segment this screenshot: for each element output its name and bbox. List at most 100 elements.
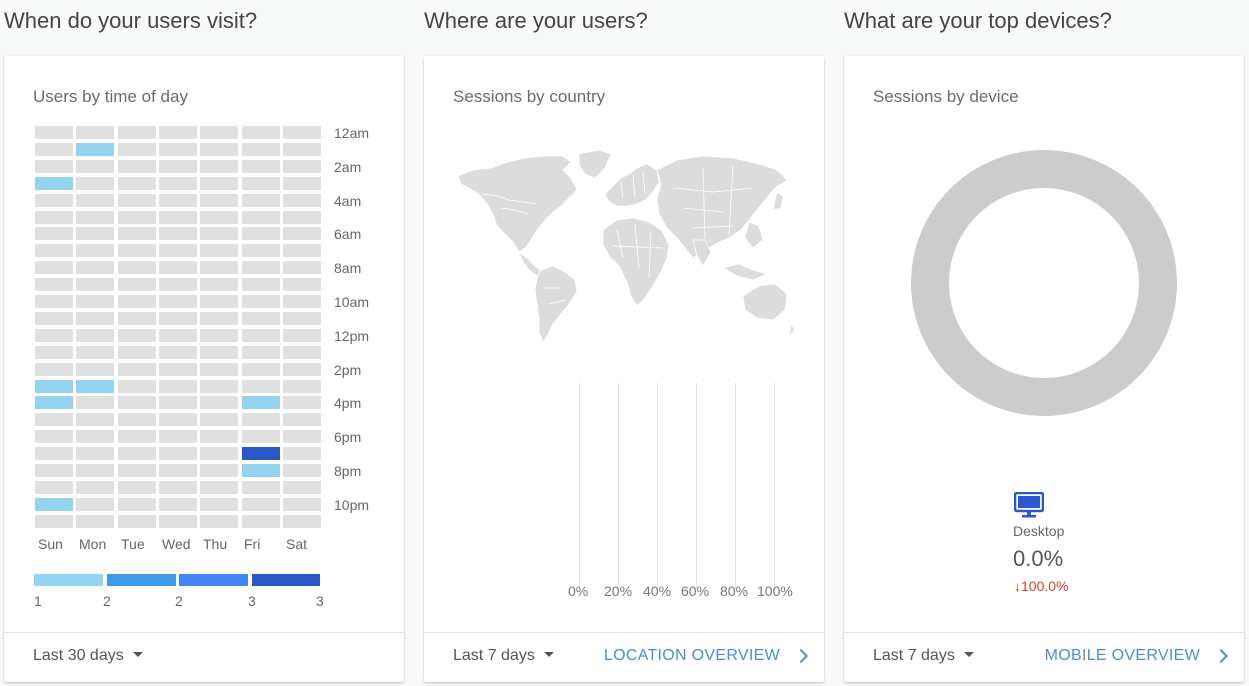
heatmap-cell[interactable] — [117, 447, 156, 461]
heatmap-cell[interactable] — [117, 159, 156, 173]
heatmap-cell[interactable] — [35, 278, 73, 292]
heatmap-cell[interactable] — [117, 413, 156, 427]
heatmap-cell[interactable] — [35, 261, 73, 275]
heatmap-cell[interactable] — [241, 227, 280, 241]
heatmap-cell[interactable] — [282, 126, 321, 139]
heatmap-cell[interactable] — [282, 379, 321, 393]
heatmap-cell[interactable] — [158, 345, 197, 359]
heatmap-cell[interactable] — [200, 396, 239, 410]
heatmap-cell[interactable] — [241, 345, 280, 359]
heatmap-cell[interactable] — [76, 362, 115, 376]
heatmap-cell[interactable] — [200, 379, 239, 393]
heatmap-cell[interactable] — [241, 261, 280, 275]
heatmap-cell[interactable] — [282, 430, 321, 444]
chevron-right-icon[interactable] — [1212, 645, 1234, 667]
heatmap-cell[interactable] — [282, 362, 321, 376]
heatmap-cell[interactable] — [35, 497, 73, 511]
heatmap-cell[interactable] — [200, 227, 239, 241]
heatmap-cell[interactable] — [200, 295, 239, 308]
heatmap-cell[interactable] — [117, 514, 156, 528]
heatmap-cell[interactable] — [200, 159, 239, 173]
heatmap-cell[interactable] — [158, 261, 197, 275]
heatmap-cell[interactable] — [241, 142, 280, 156]
heatmap-cell[interactable] — [76, 413, 115, 427]
heatmap-cell[interactable] — [76, 126, 115, 139]
heatmap-cell[interactable] — [35, 311, 73, 325]
heatmap-cell[interactable] — [117, 278, 156, 292]
heatmap-cell[interactable] — [241, 396, 280, 410]
heatmap-cell[interactable] — [35, 379, 73, 393]
heatmap-cell[interactable] — [117, 227, 156, 241]
heatmap-cell[interactable] — [282, 159, 321, 173]
heatmap-cell[interactable] — [76, 396, 115, 410]
heatmap-cell[interactable] — [117, 396, 156, 410]
heatmap-cell[interactable] — [158, 176, 197, 190]
heatmap-cell[interactable] — [241, 126, 280, 139]
heatmap-cell[interactable] — [35, 159, 73, 173]
heatmap-cell[interactable] — [282, 447, 321, 461]
heatmap-cell[interactable] — [35, 193, 73, 207]
heatmap-cell[interactable] — [158, 413, 197, 427]
heatmap-cell[interactable] — [76, 514, 115, 528]
heatmap-cell[interactable] — [282, 210, 321, 224]
heatmap-cell[interactable] — [241, 193, 280, 207]
heatmap-cell[interactable] — [200, 311, 239, 325]
device-donut-chart[interactable] — [910, 149, 1178, 417]
heatmap-cell[interactable] — [158, 311, 197, 325]
heatmap-cell[interactable] — [241, 244, 280, 258]
heatmap-cell[interactable] — [35, 295, 73, 308]
heatmap-cell[interactable] — [241, 210, 280, 224]
heatmap-cell[interactable] — [35, 413, 73, 427]
heatmap-cell[interactable] — [76, 430, 115, 444]
heatmap-cell[interactable] — [117, 176, 156, 190]
heatmap-cell[interactable] — [158, 210, 197, 224]
heatmap-cell[interactable] — [282, 227, 321, 241]
heatmap-cell[interactable] — [117, 126, 156, 139]
heatmap-cell[interactable] — [158, 379, 197, 393]
heatmap-cell[interactable] — [158, 126, 197, 139]
heatmap-cell[interactable] — [158, 193, 197, 207]
heatmap-cell[interactable] — [282, 261, 321, 275]
heatmap-cell[interactable] — [200, 497, 239, 511]
heatmap-cell[interactable] — [35, 514, 73, 528]
heatmap-cell[interactable] — [282, 328, 321, 342]
heatmap-cell[interactable] — [200, 430, 239, 444]
date-range-dropdown[interactable]: Last 7 days — [453, 647, 554, 665]
heatmap-cell[interactable] — [158, 447, 197, 461]
heatmap-cell[interactable] — [241, 362, 280, 376]
heatmap-cell[interactable] — [35, 244, 73, 258]
heatmap-cell[interactable] — [200, 278, 239, 292]
heatmap-cell[interactable] — [35, 328, 73, 342]
heatmap-cell[interactable] — [200, 244, 239, 258]
heatmap-cell[interactable] — [35, 430, 73, 444]
heatmap-cell[interactable] — [35, 464, 73, 477]
heatmap-cell[interactable] — [158, 430, 197, 444]
date-range-dropdown[interactable]: Last 30 days — [33, 647, 143, 665]
heatmap-cell[interactable] — [35, 126, 73, 139]
heatmap-cell[interactable] — [241, 379, 280, 393]
heatmap-cell[interactable] — [282, 480, 321, 494]
heatmap-cell[interactable] — [282, 497, 321, 511]
heatmap-cell[interactable] — [76, 193, 115, 207]
heatmap-cell[interactable] — [76, 295, 115, 308]
heatmap-cell[interactable] — [117, 480, 156, 494]
heatmap-cell[interactable] — [282, 413, 321, 427]
heatmap-cell[interactable] — [76, 176, 115, 190]
heatmap-cell[interactable] — [76, 244, 115, 258]
location-overview-link[interactable]: LOCATION OVERVIEW — [604, 647, 780, 665]
heatmap-cell[interactable] — [76, 480, 115, 494]
heatmap-cell[interactable] — [158, 227, 197, 241]
heatmap-cell[interactable] — [117, 379, 156, 393]
heatmap-cell[interactable] — [241, 430, 280, 444]
heatmap-cell[interactable] — [76, 142, 115, 156]
heatmap-cell[interactable] — [158, 142, 197, 156]
heatmap-cell[interactable] — [200, 176, 239, 190]
heatmap-cell[interactable] — [282, 396, 321, 410]
heatmap-cell[interactable] — [200, 362, 239, 376]
heatmap-cell[interactable] — [282, 295, 321, 308]
heatmap-cell[interactable] — [76, 210, 115, 224]
heatmap-cell[interactable] — [76, 261, 115, 275]
heatmap-cell[interactable] — [200, 210, 239, 224]
heatmap-cell[interactable] — [158, 278, 197, 292]
heatmap-cell[interactable] — [241, 514, 280, 528]
